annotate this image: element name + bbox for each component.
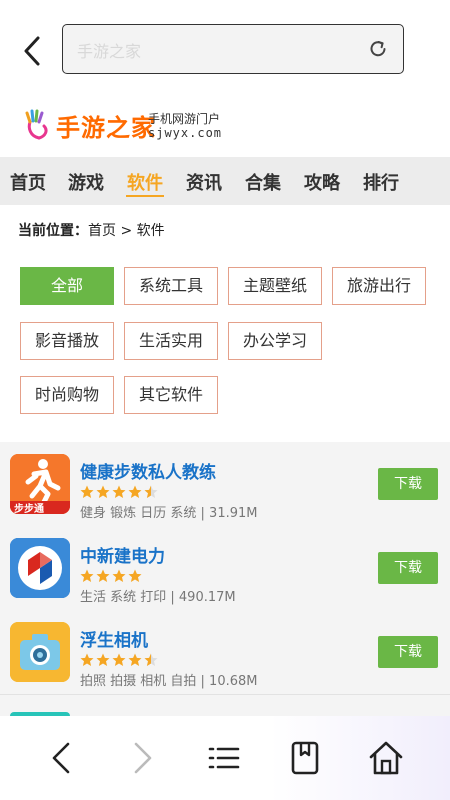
star-full-icon — [96, 653, 110, 666]
star-full-icon — [112, 653, 126, 666]
rating-stars — [80, 652, 160, 666]
forward-icon[interactable] — [122, 738, 162, 778]
download-button[interactable]: 下载 — [378, 552, 438, 584]
breadcrumb-prefix: 当前位置： — [18, 223, 88, 239]
home-icon[interactable] — [366, 738, 406, 778]
download-button[interactable]: 下载 — [378, 636, 438, 668]
breadcrumb: 当前位置：首页 > 软件 — [18, 220, 165, 240]
app-name[interactable]: 中新建电力 — [80, 542, 165, 567]
logo-tagline: 手机网游门户 — [148, 112, 221, 126]
site-logo[interactable]: 手游之家 手机网游门户 sjwyx.com — [22, 106, 242, 146]
nav-software[interactable]: 软件 — [127, 169, 163, 195]
reload-icon[interactable] — [367, 38, 389, 60]
main-nav: 首页 游戏 软件 资讯 合集 攻略 排行 — [0, 157, 450, 205]
running-man-app-icon[interactable]: 步步通 — [10, 454, 70, 514]
star-half-icon — [144, 485, 158, 498]
category-travel[interactable]: 旅游出行 — [332, 267, 426, 305]
browser-top-bar: 手游之家 — [0, 0, 450, 100]
star-full-icon — [96, 485, 110, 498]
star-half-icon — [144, 653, 158, 666]
star-full-icon — [112, 569, 126, 582]
logo-domain: sjwyx.com — [148, 126, 223, 140]
app-meta: 健身 锻炼 日历 系统 | 31.91M — [80, 506, 258, 521]
logo-name: 手游之家 — [56, 113, 156, 142]
star-full-icon — [128, 569, 142, 582]
nav-games[interactable]: 游戏 — [68, 169, 104, 195]
nav-guides[interactable]: 攻略 — [304, 169, 340, 195]
star-full-icon — [128, 485, 142, 498]
back-arrow-icon[interactable] — [18, 34, 48, 68]
download-button[interactable]: 下载 — [378, 468, 438, 500]
star-full-icon — [112, 485, 126, 498]
menu-icon[interactable] — [204, 738, 244, 778]
star-full-icon — [80, 653, 94, 666]
app-meta: 拍照 拍摄 相机 自拍 | 10.68M — [80, 674, 258, 689]
star-full-icon — [80, 485, 94, 498]
back-icon[interactable] — [42, 738, 82, 778]
category-media[interactable]: 影音播放 — [20, 322, 114, 360]
category-lifestyle[interactable]: 生活实用 — [124, 322, 218, 360]
nav-home[interactable]: 首页 — [10, 169, 46, 195]
app-row[interactable]: 中新建电力 生活 系统 打印 | 490.17M 下载 — [0, 526, 450, 611]
address-bar[interactable]: 手游之家 — [62, 24, 404, 74]
nav-active-indicator — [126, 195, 164, 197]
category-other[interactable]: 其它软件 — [124, 376, 218, 414]
nav-collections[interactable]: 合集 — [245, 169, 281, 195]
category-office[interactable]: 办公学习 — [228, 322, 322, 360]
app-list: 步步通 健康步数私人教练 健身 锻炼 日历 系统 | 31.91M 下载 中新建… — [0, 442, 450, 712]
browser-bottom-toolbar — [0, 716, 450, 800]
category-system-tools[interactable]: 系统工具 — [124, 267, 218, 305]
power-grid-app-icon[interactable] — [10, 538, 70, 598]
app-name[interactable]: 浮生相机 — [80, 626, 148, 651]
star-full-icon — [96, 569, 110, 582]
category-themes[interactable]: 主题壁纸 — [228, 267, 322, 305]
nav-rankings[interactable]: 排行 — [363, 169, 399, 195]
app-icon-caption: 步步通 — [14, 504, 44, 514]
breadcrumb-path[interactable]: 首页 > 软件 — [88, 223, 165, 239]
star-full-icon — [80, 569, 94, 582]
category-shopping[interactable]: 时尚购物 — [20, 376, 114, 414]
app-name[interactable]: 健康步数私人教练 — [80, 458, 216, 483]
nav-news[interactable]: 资讯 — [186, 169, 222, 195]
app-row[interactable]: 浮生相机 拍照 拍摄 相机 自拍 | 10.68M 下载 — [0, 610, 450, 695]
address-text[interactable]: 手游之家 — [77, 38, 141, 62]
hand-logo-icon — [25, 109, 48, 140]
rating-stars — [80, 568, 144, 582]
category-all[interactable]: 全部 — [20, 267, 114, 305]
star-full-icon — [128, 653, 142, 666]
rating-stars — [80, 484, 160, 498]
app-meta: 生活 系统 打印 | 490.17M — [80, 590, 236, 605]
bookmark-icon[interactable] — [285, 738, 325, 778]
app-row[interactable]: 步步通 健康步数私人教练 健身 锻炼 日历 系统 | 31.91M 下载 — [0, 442, 450, 527]
camera-app-icon[interactable] — [10, 622, 70, 682]
